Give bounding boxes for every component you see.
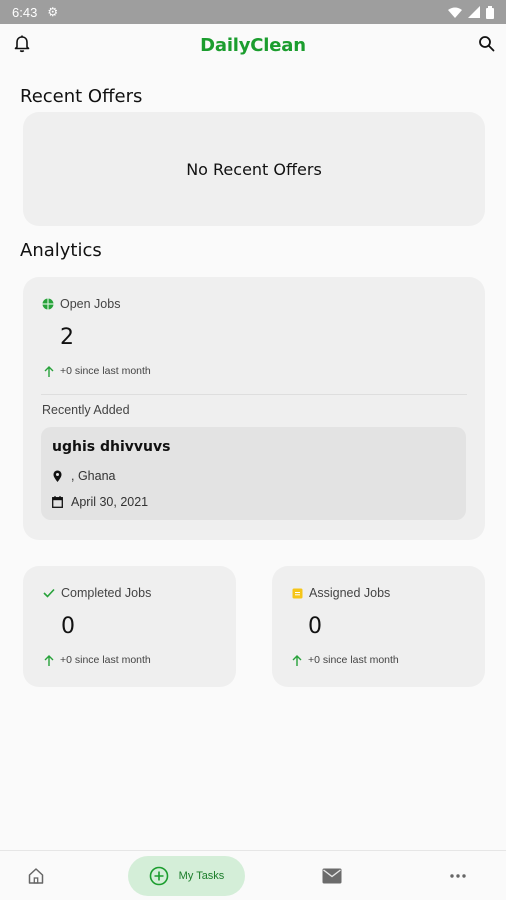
assigned-jobs-count: 0 [308,614,322,639]
assigned-jobs-since-text: +0 since last month [308,654,399,666]
recent-job-location-text: , Ghana [71,469,116,483]
recent-job-card[interactable]: ughis dhivvuvs , Ghana April 30, 2021 [41,427,466,520]
status-bar: 6:43 ⚙ [0,0,506,24]
location-pin-icon [53,470,62,482]
mail-icon [322,868,342,884]
battery-icon [486,5,494,19]
arrow-up-icon [44,365,54,377]
settings-gear-icon: ⚙ [47,5,59,19]
open-jobs-since-text: +0 since last month [60,365,151,377]
arrow-up-icon [292,654,302,666]
open-jobs-since: +0 since last month [44,365,151,377]
checkmark-icon [43,588,55,598]
completed-jobs-count: 0 [61,614,75,639]
signal-icon [468,6,480,18]
nav-home[interactable] [22,851,50,900]
nav-more[interactable] [444,851,472,900]
app-bar: DailyClean [0,24,506,66]
assigned-jobs-card[interactable]: Assigned Jobs 0 +0 since last month [272,566,485,687]
recent-offers-heading: Recent Offers [20,86,143,107]
open-jobs-icon [42,298,54,310]
bottom-navigation: My Tasks [0,850,506,900]
nav-my-tasks-label: My Tasks [178,870,225,882]
recent-job-date: April 30, 2021 [52,495,148,509]
clipboard-icon [292,588,303,598]
open-jobs-label: Open Jobs [60,297,121,311]
add-circle-icon [149,866,168,886]
wifi-icon [448,7,462,18]
status-icons [448,5,494,19]
more-horizontal-icon [450,874,466,878]
nav-messages[interactable] [318,851,346,900]
no-offers-text: No Recent Offers [186,159,322,179]
recently-added-label: Recently Added [42,403,130,417]
recent-job-location: , Ghana [52,469,115,483]
app-logo: DailyClean [200,34,306,56]
completed-jobs-header: Completed Jobs [43,586,151,600]
completed-jobs-since: +0 since last month [44,654,151,666]
open-jobs-count: 2 [60,325,74,350]
completed-jobs-card[interactable]: Completed Jobs 0 +0 since last month [23,566,236,687]
divider [41,394,467,395]
status-time: 6:43 [12,4,38,20]
completed-jobs-since-text: +0 since last month [60,654,151,666]
recent-offers-card: No Recent Offers [23,112,485,226]
analytics-heading: Analytics [20,240,102,261]
notification-bell-icon[interactable] [12,34,32,54]
open-jobs-header: Open Jobs [42,297,120,311]
assigned-jobs-label: Assigned Jobs [309,586,391,600]
nav-my-tasks[interactable]: My Tasks [128,856,245,896]
arrow-up-icon [44,654,54,666]
assigned-jobs-since: +0 since last month [292,654,399,666]
completed-jobs-label: Completed Jobs [61,586,152,600]
recent-job-title: ughis dhivvuvs [52,439,171,455]
assigned-jobs-header: Assigned Jobs [292,586,390,600]
home-icon [28,868,44,884]
calendar-icon [52,496,63,508]
recent-job-date-text: April 30, 2021 [71,495,149,509]
open-jobs-card[interactable]: Open Jobs 2 +0 since last month Recently… [23,277,485,540]
search-icon[interactable] [477,34,497,54]
